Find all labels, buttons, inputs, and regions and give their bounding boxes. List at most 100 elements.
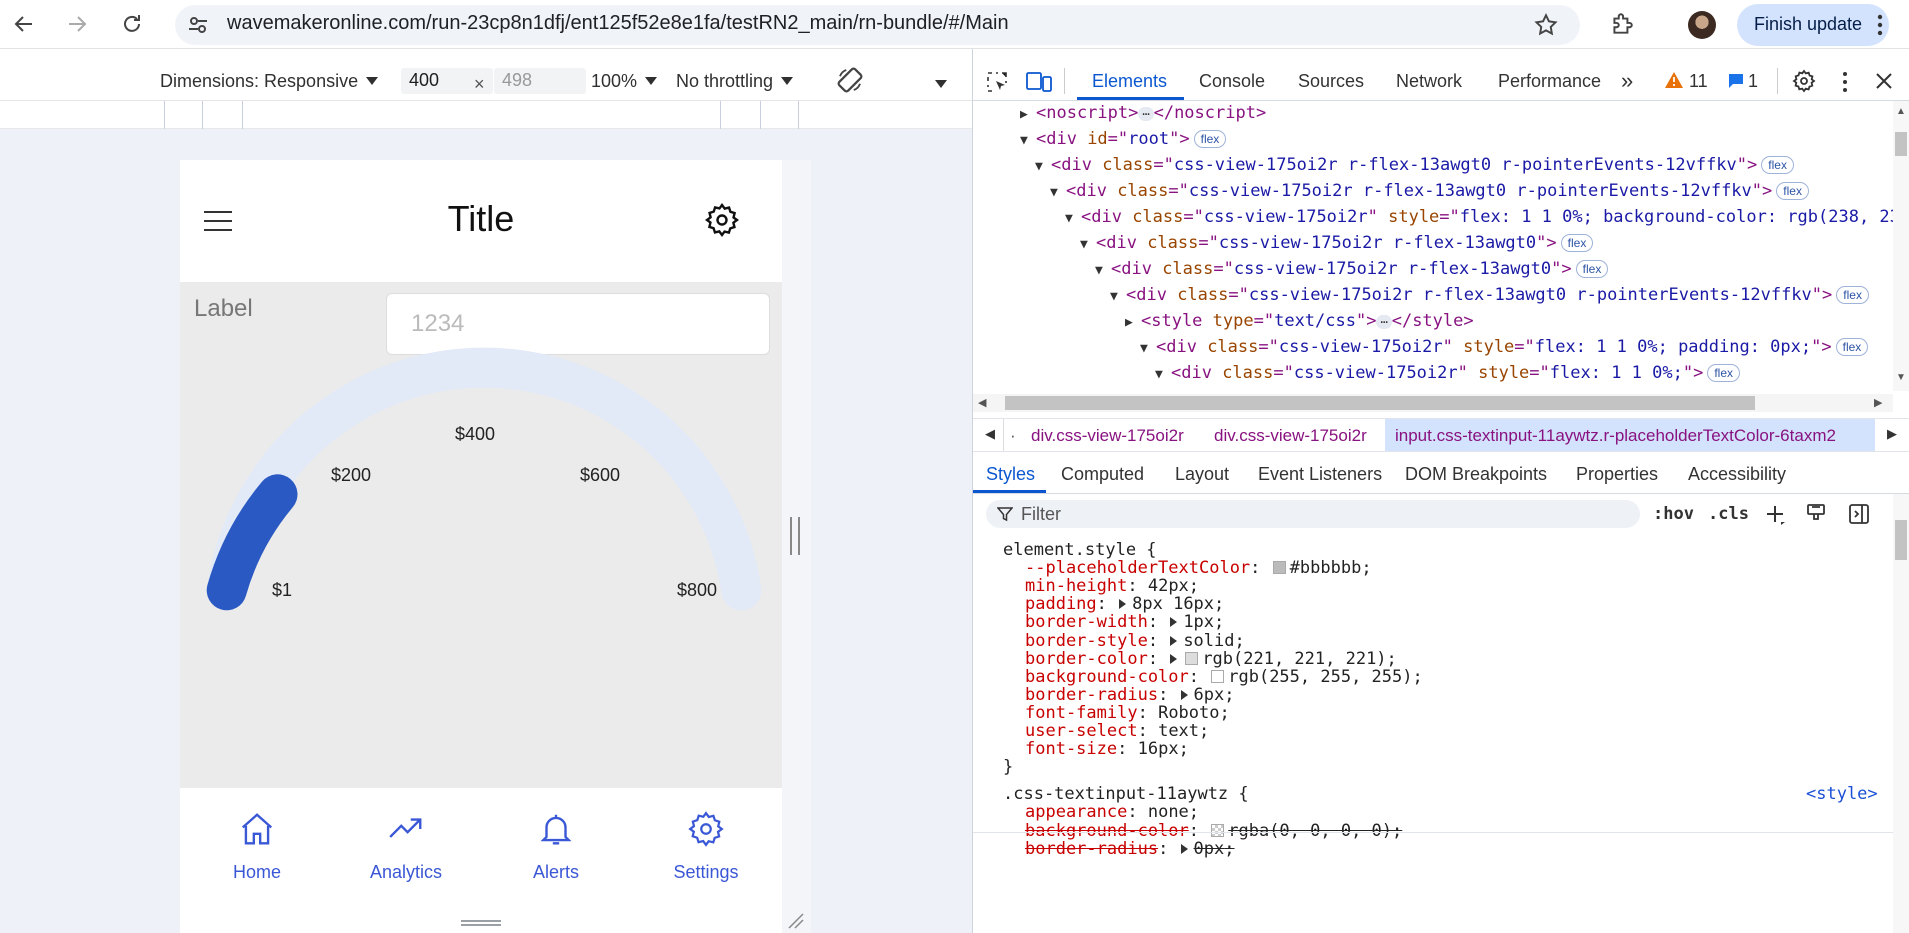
subtab-computed[interactable]: Computed (1061, 464, 1144, 485)
css-property[interactable]: font-size (1025, 739, 1117, 759)
expand-shorthand-icon[interactable] (1180, 843, 1188, 854)
more-vert-icon[interactable] (1876, 13, 1884, 42)
resize-corner-icon[interactable] (787, 912, 805, 933)
ellipsis-icon[interactable]: ⋯ (1376, 315, 1392, 329)
subtab-layout[interactable]: Layout (1175, 464, 1229, 485)
collapse-triangle-icon[interactable]: ▼ (1035, 155, 1051, 179)
dom-node[interactable]: ▼ <div class="css-view-175oi2r r-flex-13a… (1080, 231, 1594, 257)
flex-badge[interactable]: flex (1776, 182, 1809, 200)
flex-badge[interactable]: flex (1707, 364, 1741, 382)
cls-toggle[interactable]: .cls (1708, 504, 1749, 524)
subtab-accessibility[interactable]: Accessibility (1688, 464, 1786, 485)
settings-gear-icon[interactable] (704, 202, 740, 243)
dimensions-dropdown[interactable]: Dimensions: Responsive (160, 71, 379, 92)
nav-settings-label[interactable]: Settings (646, 862, 766, 883)
collapse-triangle-icon[interactable]: ▼ (1080, 233, 1096, 257)
collapse-triangle-icon[interactable]: ▼ (1110, 285, 1126, 309)
expand-shorthand-icon[interactable] (1170, 653, 1178, 664)
resize-handle-right[interactable] (790, 517, 800, 555)
more-tabs-chevron-icon[interactable]: » (1621, 68, 1633, 94)
tab-elements[interactable]: Elements (1092, 71, 1167, 92)
expand-shorthand-icon[interactable] (1119, 599, 1127, 610)
new-style-rule-plus-icon[interactable] (1765, 504, 1787, 531)
css-rule-source-link[interactable]: <style> (1806, 783, 1878, 805)
media-query-ruler[interactable] (0, 101, 972, 129)
nav-alerts-icon[interactable] (537, 810, 575, 853)
collapse-triangle-icon[interactable]: ▼ (1095, 259, 1111, 283)
throttling-dropdown[interactable]: No throttling (676, 71, 794, 92)
tab-console[interactable]: Console (1199, 71, 1265, 92)
flex-badge[interactable]: flex (1560, 234, 1594, 252)
dom-node[interactable]: ▶ <noscript> ⋯ </noscript> (1020, 101, 1266, 127)
devtools-settings-gear-icon[interactable] (1792, 69, 1816, 98)
breadcrumb-forward-arrow-icon[interactable]: ▶ (1887, 426, 1897, 442)
warning-count[interactable]: 11 (1689, 71, 1708, 92)
reload-button[interactable] (118, 10, 146, 38)
toggle-sidebar-icon[interactable] (1848, 503, 1870, 530)
breadcrumb-back-arrow-icon[interactable]: ◀ (985, 426, 995, 442)
forward-button[interactable] (63, 10, 91, 38)
css-value[interactable]: rgb(255, 255, 255) (1228, 667, 1412, 687)
site-info-icon[interactable] (186, 13, 210, 42)
subtab-properties[interactable]: Properties (1576, 464, 1658, 485)
flex-badge[interactable]: flex (1761, 156, 1794, 174)
css-value[interactable]: rgba(0, 0, 0, 0) (1228, 821, 1392, 841)
tab-network[interactable]: Network (1396, 71, 1462, 92)
scroll-right-arrow-icon[interactable]: ▶ (1874, 396, 1882, 409)
nav-home-icon[interactable] (238, 810, 276, 853)
back-button[interactable] (10, 10, 38, 38)
scrollbar-thumb[interactable] (1895, 520, 1907, 560)
tab-sources[interactable]: Sources (1298, 71, 1364, 92)
bookmark-star-icon[interactable] (1533, 12, 1559, 43)
breadcrumb-item[interactable]: div.css-view-175oi2r (1214, 426, 1367, 446)
extensions-icon[interactable] (1609, 11, 1635, 42)
inspect-element-icon[interactable] (985, 70, 1009, 99)
flex-badge[interactable]: flex (1836, 286, 1869, 304)
dom-node[interactable]: ▼ <div class="css-view-175oi2r r-flex-13a… (1050, 179, 1809, 205)
dom-node[interactable]: ▼ <div class="css-view-175oi2r" style="fl… (1155, 361, 1741, 387)
scrollbar-thumb[interactable] (1895, 132, 1907, 156)
warning-icon[interactable] (1664, 71, 1684, 94)
color-swatch[interactable] (1211, 669, 1225, 683)
expand-triangle-icon[interactable]: ▶ (1020, 103, 1036, 127)
color-swatch[interactable] (1185, 651, 1199, 665)
breadcrumb-item[interactable]: div.css-view-175oi2r (1031, 426, 1184, 446)
collapse-triangle-icon[interactable]: ▼ (1155, 363, 1171, 387)
flex-badge[interactable]: flex (1193, 130, 1227, 148)
zoom-dropdown[interactable]: 100% (591, 71, 658, 92)
breadcrumb-item-selected[interactable]: input.css-textinput-11aywtz.r-placeholde… (1395, 426, 1836, 446)
device-toggle-icon[interactable] (1026, 70, 1052, 99)
rotate-icon[interactable] (835, 65, 865, 100)
css-value[interactable]: #bbbbbb (1290, 558, 1362, 578)
expand-shorthand-icon[interactable] (1180, 689, 1188, 700)
flex-badge[interactable]: flex (1575, 260, 1609, 278)
collapse-triangle-icon[interactable]: ▼ (1020, 129, 1036, 153)
scroll-down-arrow-icon[interactable]: ▼ (1896, 372, 1906, 383)
nav-alerts-label[interactable]: Alerts (496, 862, 616, 883)
scroll-left-arrow-icon[interactable]: ◀ (978, 396, 986, 409)
dom-node[interactable]: ▼ <div class="css-view-175oi2r" style="fl… (1140, 335, 1869, 361)
css-property[interactable]: border-radius (1025, 839, 1158, 859)
scroll-up-arrow-icon[interactable]: ▲ (1896, 106, 1906, 117)
nav-home-label[interactable]: Home (197, 862, 317, 883)
nav-settings-icon[interactable] (687, 810, 725, 853)
subtab-event-listeners[interactable]: Event Listeners (1258, 464, 1382, 485)
dom-node[interactable]: ▼ <div class="css-view-175oi2r r-flex-13a… (1035, 153, 1794, 179)
device-toolbar-menu-caret-icon[interactable] (935, 77, 947, 95)
paint-brush-icon[interactable] (1806, 503, 1826, 530)
message-count[interactable]: 1 (1748, 71, 1758, 92)
collapse-triangle-icon[interactable]: ▼ (1140, 337, 1156, 361)
message-icon[interactable] (1727, 72, 1745, 95)
css-value[interactable]: 0px (1194, 839, 1225, 859)
expand-shorthand-icon[interactable] (1170, 617, 1178, 628)
styles-filter-input[interactable] (986, 500, 1640, 528)
flex-badge[interactable]: flex (1835, 338, 1869, 356)
dom-node[interactable]: ▶ <style type="text/css"> ⋯ </style> (1125, 309, 1474, 335)
dom-node[interactable]: ▼ <div class="css-view-175oi2r r-flex-13a… (1110, 283, 1869, 309)
height-input[interactable]: 498 (494, 68, 586, 94)
profile-avatar[interactable] (1688, 11, 1716, 39)
dom-node[interactable]: ▼ <div class="css-view-175oi2r" style="fl… (1065, 205, 1893, 231)
url-text[interactable]: wavemakeronline.com/run-23cp8n1dfj/ent12… (227, 12, 1009, 35)
dom-node[interactable]: ▼ <div id="root"> flex (1020, 127, 1227, 153)
dom-tree[interactable]: ▶ <noscript> ⋯ </noscript> ▼ <div id="root"> f… (973, 101, 1893, 391)
